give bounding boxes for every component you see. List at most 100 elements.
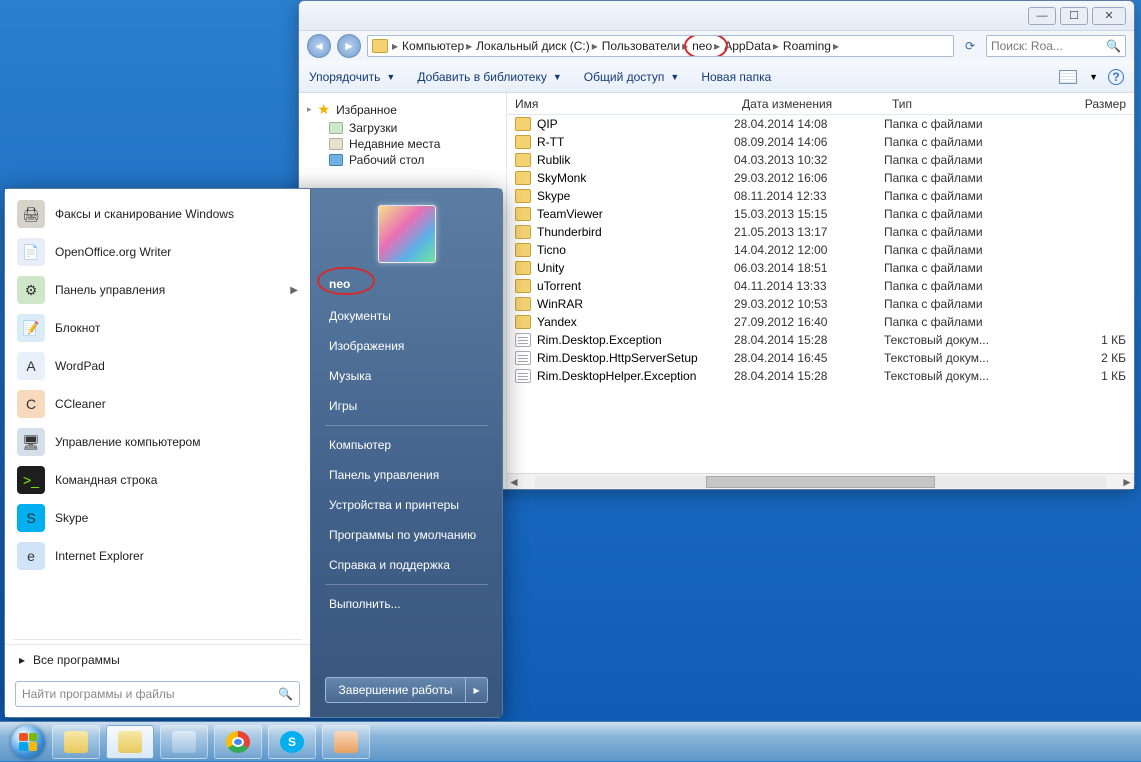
recent-icon (329, 138, 343, 150)
file-row[interactable]: Rublik04.03.2013 10:32Папка с файлами (507, 151, 1134, 169)
file-row[interactable]: Skype08.11.2014 12:33Папка с файлами (507, 187, 1134, 205)
taskbar-item-chrome[interactable] (214, 725, 262, 759)
help-button[interactable]: ? (1108, 69, 1124, 85)
view-dropdown-icon[interactable]: ▼ (1089, 72, 1098, 82)
address-row: ◄ ► ▸ Компьютер ▸Локальный диск (C:) ▸По… (299, 31, 1134, 61)
start-right-item[interactable]: Игры (311, 391, 502, 421)
program-icon: 🖥 (17, 428, 45, 456)
horizontal-scrollbar[interactable]: ◄► (507, 473, 1134, 489)
breadcrumb-item[interactable]: Roaming ▸ (783, 39, 839, 53)
file-row[interactable]: WinRAR29.03.2012 10:53Папка с файлами (507, 295, 1134, 313)
taskbar-item-paint[interactable] (322, 725, 370, 759)
start-right-item[interactable]: Панель управления (311, 460, 502, 490)
window-titlebar[interactable]: — ☐ ✕ (299, 1, 1134, 31)
folder-icon (515, 261, 531, 275)
program-item[interactable]: 📝Блокнот (9, 309, 306, 347)
folder-icon (515, 279, 531, 293)
close-button[interactable]: ✕ (1092, 7, 1126, 25)
program-item[interactable]: 🖨Факсы и сканирование Windows (9, 195, 306, 233)
start-right-item[interactable]: Устройства и принтеры (311, 490, 502, 520)
folder-icon (515, 297, 531, 311)
file-row[interactable]: Rim.Desktop.HttpServerSetup28.04.2014 16… (507, 349, 1134, 367)
share-menu[interactable]: Общий доступ▼ (584, 70, 680, 84)
start-right-item[interactable]: Компьютер (311, 430, 502, 460)
search-icon: 🔍 (1106, 39, 1121, 53)
start-right-item[interactable]: Выполнить... (311, 589, 502, 619)
nav-desktop[interactable]: Рабочий стол (307, 152, 498, 168)
file-row[interactable]: Yandex27.09.2012 16:40Папка с файлами (507, 313, 1134, 331)
file-row[interactable]: Rim.Desktop.Exception28.04.2014 15:28Тек… (507, 331, 1134, 349)
col-size[interactable]: Размер (1054, 97, 1134, 111)
start-button[interactable] (8, 722, 48, 762)
nav-forward-button[interactable]: ► (337, 34, 361, 58)
folder-icon (515, 243, 531, 257)
folder-icon (515, 315, 531, 329)
start-search-input[interactable]: Найти программы и файлы 🔍 (15, 681, 300, 707)
start-right-item[interactable]: Музыка (311, 361, 502, 391)
taskbar-item-calculator[interactable] (160, 725, 208, 759)
file-row[interactable]: QIP28.04.2014 14:08Папка с файлами (507, 115, 1134, 133)
program-icon: S (17, 504, 45, 532)
shutdown-options-button[interactable]: ▸ (465, 678, 487, 702)
folder-icon (515, 153, 531, 167)
chevron-right-icon: ▶ (290, 285, 298, 296)
program-item[interactable]: CCCleaner (9, 385, 306, 423)
folder-icon (515, 117, 531, 131)
nav-back-button[interactable]: ◄ (307, 34, 331, 58)
search-input[interactable]: Поиск: Roa... 🔍 (986, 35, 1126, 57)
folder-icon (515, 171, 531, 185)
start-right-item[interactable]: Документы (311, 301, 502, 331)
program-item[interactable]: ⚙Панель управления▶ (9, 271, 306, 309)
maximize-button[interactable]: ☐ (1060, 7, 1088, 25)
chevron-right-icon: ▸ (19, 653, 25, 667)
breadcrumb-item[interactable]: Компьютер ▸ (402, 39, 472, 53)
view-options-button[interactable] (1059, 70, 1077, 84)
file-row[interactable]: Rim.DesktopHelper.Exception28.04.2014 15… (507, 367, 1134, 385)
program-item[interactable]: eInternet Explorer (9, 537, 306, 575)
start-right-item[interactable]: Программы по умолчанию (311, 520, 502, 550)
user-name[interactable]: neo (311, 271, 502, 301)
user-avatar[interactable] (378, 205, 436, 263)
program-item[interactable]: >_Командная строка (9, 461, 306, 499)
file-row[interactable]: Ticno14.04.2012 12:00Папка с файлами (507, 241, 1134, 259)
explorer-toolbar: Упорядочить▼ Добавить в библиотеку▼ Общи… (299, 61, 1134, 93)
column-headers[interactable]: Имя Дата изменения Тип Размер (507, 93, 1134, 115)
program-item[interactable]: SSkype (9, 499, 306, 537)
program-item[interactable]: 🖥Управление компьютером (9, 423, 306, 461)
start-right-item[interactable]: Справка и поддержка (311, 550, 502, 580)
new-folder-button[interactable]: Новая папка (701, 70, 771, 84)
col-date[interactable]: Дата изменения (734, 97, 884, 111)
col-type[interactable]: Тип (884, 97, 1054, 111)
col-name[interactable]: Имя (507, 97, 734, 111)
search-placeholder: Поиск: Roa... (991, 39, 1063, 53)
folder-icon (515, 189, 531, 203)
file-row[interactable]: TeamViewer15.03.2013 15:15Папка с файлам… (507, 205, 1134, 223)
breadcrumb-item[interactable]: Локальный диск (C:) ▸ (476, 39, 598, 53)
taskbar-item-skype[interactable]: S (268, 725, 316, 759)
nav-recent[interactable]: Недавние места (307, 136, 498, 152)
file-row[interactable]: Thunderbird21.05.2013 13:17Папка с файла… (507, 223, 1134, 241)
file-row[interactable]: SkyMonk29.03.2012 16:06Папка с файлами (507, 169, 1134, 187)
taskbar-item-pinned[interactable] (52, 725, 100, 759)
breadcrumb-item[interactable]: Пользователи ▸ (602, 39, 688, 53)
program-item[interactable]: AWordPad (9, 347, 306, 385)
address-bar[interactable]: ▸ Компьютер ▸Локальный диск (C:) ▸Пользо… (367, 35, 954, 57)
nav-favorites[interactable]: ▸ ★ Избранное (307, 99, 498, 120)
minimize-button[interactable]: — (1028, 7, 1056, 25)
organize-menu[interactable]: Упорядочить▼ (309, 70, 395, 84)
refresh-button[interactable]: ⟳ (960, 36, 980, 56)
add-to-library-menu[interactable]: Добавить в библиотеку▼ (417, 70, 561, 84)
breadcrumb-item[interactable]: neo ▸ (692, 39, 720, 53)
all-programs-button[interactable]: ▸ Все программы (5, 644, 310, 675)
program-icon: A (17, 352, 45, 380)
nav-downloads[interactable]: Загрузки (307, 120, 498, 136)
file-row[interactable]: uTorrent04.11.2014 13:33Папка с файлами (507, 277, 1134, 295)
shutdown-button[interactable]: Завершение работы ▸ (325, 677, 488, 703)
start-right-item[interactable]: Изображения (311, 331, 502, 361)
file-row[interactable]: Unity06.03.2014 18:51Папка с файлами (507, 259, 1134, 277)
breadcrumb-item[interactable]: AppData ▸ (724, 39, 779, 53)
program-item[interactable]: 📄OpenOffice.org Writer (9, 233, 306, 271)
caret-icon: ▸ (307, 104, 312, 115)
file-row[interactable]: R-TT08.09.2014 14:06Папка с файлами (507, 133, 1134, 151)
taskbar-item-explorer[interactable] (106, 725, 154, 759)
